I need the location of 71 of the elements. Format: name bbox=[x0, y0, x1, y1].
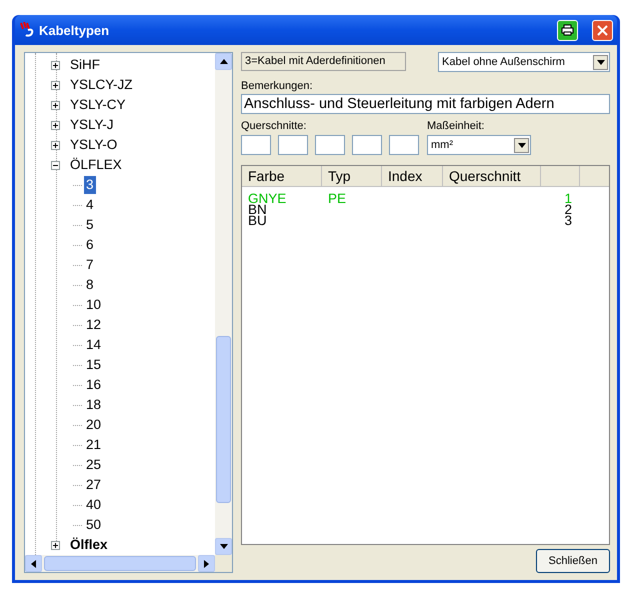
tree-item[interactable]: 18 bbox=[84, 396, 104, 414]
vertical-scrollbar[interactable] bbox=[215, 53, 232, 555]
expand-icon[interactable] bbox=[51, 120, 60, 130]
column-header[interactable]: Querschnitt bbox=[443, 166, 541, 186]
expand-icon[interactable] bbox=[51, 540, 60, 550]
tree-item[interactable]: 15 bbox=[84, 356, 104, 374]
remarks-label: Bemerkungen: bbox=[241, 80, 314, 92]
tree-item[interactable]: YSLCY-JZ bbox=[68, 76, 135, 94]
tree-item[interactable]: 27 bbox=[84, 476, 104, 494]
table-cell-text: 1 bbox=[563, 193, 573, 204]
table-cell-text: 2 bbox=[563, 204, 573, 215]
expand-icon[interactable] bbox=[51, 80, 60, 90]
tree-item[interactable]: 7 bbox=[84, 256, 96, 274]
close-icon bbox=[597, 24, 608, 36]
print-button[interactable] bbox=[557, 20, 578, 40]
remarks-field[interactable]: Anschluss- und Steuerleitung mit farbigen Adern bbox=[241, 94, 610, 114]
tree-item[interactable]: 6 bbox=[84, 236, 96, 254]
caret-down-icon bbox=[220, 544, 228, 549]
tree-item[interactable]: 8 bbox=[84, 276, 96, 294]
tree-item[interactable]: 14 bbox=[84, 336, 104, 354]
shield-dropdown[interactable]: Kabel ohne Außenschirm bbox=[438, 52, 610, 72]
input-field[interactable] bbox=[389, 135, 419, 155]
scrollbar-corner bbox=[215, 555, 232, 572]
table-cell-text: GNYE bbox=[247, 193, 288, 204]
input-field[interactable] bbox=[241, 135, 271, 155]
tree-item[interactable]: 40 bbox=[84, 496, 104, 514]
unit-label: Maßeinheit: bbox=[427, 120, 486, 132]
column-header[interactable]: Typ bbox=[322, 166, 382, 186]
horizontal-scrollbar[interactable] bbox=[25, 555, 215, 572]
tree-item[interactable]: 10 bbox=[84, 296, 104, 314]
input-field[interactable] bbox=[352, 135, 382, 155]
logo-icon bbox=[19, 22, 35, 38]
cross-sections-label: Querschnitte: bbox=[241, 120, 308, 132]
unit-dropdown[interactable]: mm² bbox=[427, 135, 531, 155]
close-button[interactable] bbox=[592, 20, 613, 40]
tree-item[interactable]: YSLY-O bbox=[68, 136, 120, 154]
table-cell-text: PE bbox=[327, 193, 348, 204]
expand-icon[interactable] bbox=[51, 60, 60, 70]
input-field[interactable] bbox=[315, 135, 345, 155]
tree-item[interactable]: YSLY-J bbox=[68, 116, 116, 134]
tree-item[interactable]: 4 bbox=[84, 196, 96, 214]
caret-down-icon bbox=[518, 142, 526, 148]
column-header[interactable]: Index bbox=[382, 166, 443, 186]
printer-icon bbox=[561, 24, 574, 36]
tree-item[interactable]: 25 bbox=[84, 456, 104, 474]
table-cell-text: BN bbox=[247, 204, 267, 215]
tree-item[interactable]: ÖLFLEX bbox=[68, 156, 124, 174]
tree-item[interactable]: 21 bbox=[84, 436, 104, 454]
tree-item[interactable]: 50 bbox=[84, 516, 104, 534]
table-cell-text: 3 bbox=[563, 215, 573, 226]
tree-item[interactable]: 12 bbox=[84, 316, 104, 334]
tree-item[interactable]: 5 bbox=[84, 216, 96, 234]
tree-item[interactable]: 20 bbox=[84, 416, 104, 434]
close-dialog-button[interactable]: Schließen bbox=[536, 549, 610, 573]
caret-up-icon bbox=[220, 59, 228, 64]
expand-icon[interactable] bbox=[51, 100, 60, 110]
table-cell-text: BU bbox=[247, 215, 268, 226]
caret-left-icon bbox=[31, 560, 36, 568]
tree-item[interactable]: YSLY-CY bbox=[68, 96, 128, 114]
collapse-icon[interactable] bbox=[51, 160, 60, 170]
caret-right-icon bbox=[204, 560, 209, 568]
expand-icon[interactable] bbox=[51, 140, 60, 150]
caret-down-icon bbox=[596, 60, 604, 64]
column-header[interactable]: Farbe bbox=[242, 166, 322, 186]
tree-item[interactable]: 3 bbox=[84, 176, 96, 194]
input-field[interactable] bbox=[278, 135, 308, 155]
window-title: Kabeltypen bbox=[39, 22, 110, 38]
tree-item[interactable]: SiHF bbox=[68, 56, 102, 74]
tree-item[interactable]: Ölflex bbox=[68, 536, 110, 554]
tree-item[interactable]: 16 bbox=[84, 376, 104, 394]
cable-type-label: 3=Kabel mit Aderdefinitionen bbox=[241, 52, 406, 71]
